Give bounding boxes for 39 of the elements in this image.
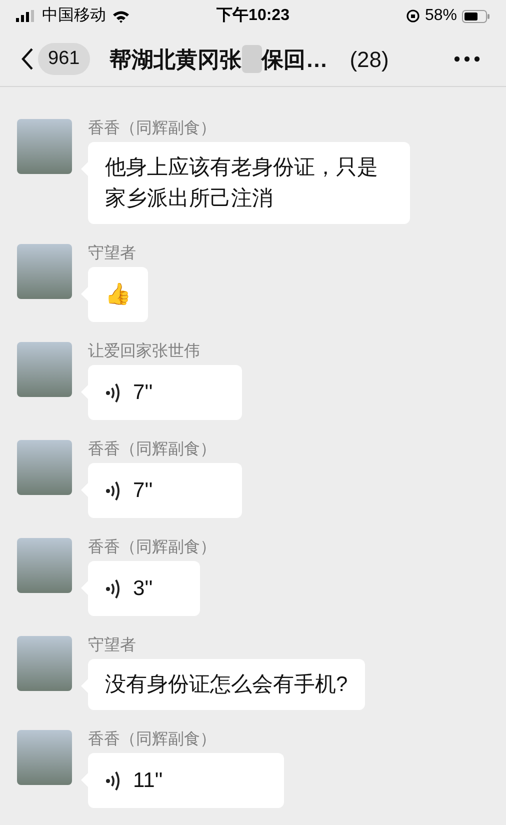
avatar-photo-placeholder[interactable]: [17, 119, 72, 174]
chat-title-end: 保回…: [262, 46, 328, 74]
chat-title-start: 帮湖北黄冈张: [110, 46, 242, 74]
voice-wave-icon: [105, 382, 121, 404]
back-button[interactable]: [20, 47, 34, 71]
status-time: 下午10:23: [216, 6, 290, 26]
voice-message-bubble[interactable]: 3'': [88, 561, 200, 616]
sender-name: 守望者: [88, 244, 136, 264]
avatar-photo-placeholder[interactable]: [17, 342, 72, 397]
voice-wave-icon: [105, 578, 121, 600]
battery-percentage: 58%: [424, 6, 458, 26]
avatar-photo-placeholder[interactable]: [17, 730, 72, 785]
battery-icon: [462, 10, 490, 22]
message-bubble[interactable]: 没有身份证怎么会有手机?: [88, 659, 365, 710]
sender-name: 香香（同辉副食）: [88, 440, 216, 460]
wifi-icon: [112, 10, 130, 22]
sender-name: 让爱回家张世伟: [88, 342, 200, 362]
signal-icon: [16, 10, 36, 22]
unread-count-badge: 961: [38, 43, 90, 75]
sender-name: 香香（同辉副食）: [88, 538, 216, 558]
back-chevron-icon: [20, 47, 34, 71]
voice-message-bubble[interactable]: 7'': [88, 463, 242, 518]
member-count: (28): [350, 46, 389, 74]
sender-name: 守望者: [88, 636, 136, 656]
avatar-photo-placeholder[interactable]: [17, 440, 72, 495]
redaction-blur: [242, 45, 262, 73]
avatar-photo-placeholder[interactable]: [17, 244, 72, 299]
voice-wave-icon: [105, 770, 121, 792]
rotation-lock-icon: [406, 9, 420, 23]
more-icon: [454, 56, 480, 62]
sender-name: 香香（同辉副食）: [88, 119, 216, 139]
carrier-name: 中国移动: [42, 6, 106, 26]
voice-message-bubble[interactable]: 7'': [88, 365, 242, 420]
avatar-photo-placeholder[interactable]: [17, 636, 72, 691]
voice-message-bubble[interactable]: 11'': [88, 753, 284, 808]
avatar-photo-placeholder[interactable]: [17, 538, 72, 593]
voice-wave-icon: [105, 480, 121, 502]
sender-name: 香香（同辉副食）: [88, 730, 216, 750]
message-bubble[interactable]: 他身上应该有老身份证，只是家乡派出所己注消: [88, 142, 410, 224]
